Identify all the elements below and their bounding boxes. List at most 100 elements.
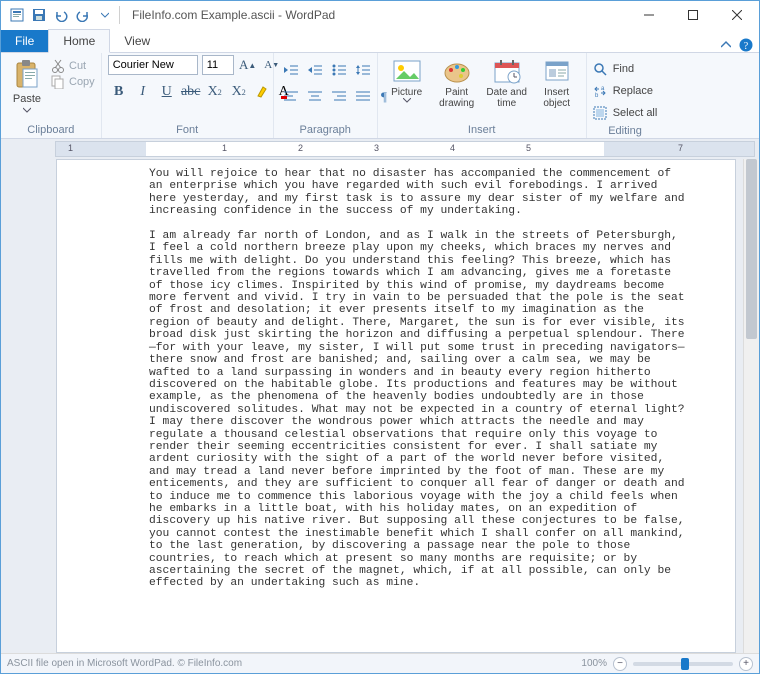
italic-button[interactable]: I (132, 81, 154, 103)
replace-icon: ab (593, 84, 607, 98)
close-button[interactable] (715, 1, 759, 29)
ribbon: Paste Cut Copy Clipboard (1, 53, 759, 139)
selectall-label: Select all (613, 107, 658, 119)
window-title: FileInfo.com Example.ascii - WordPad (132, 8, 335, 22)
minimize-button[interactable] (627, 1, 671, 29)
find-icon (593, 62, 607, 76)
font-name-combo[interactable] (108, 55, 198, 75)
chevron-down-icon (23, 107, 31, 113)
superscript-button[interactable]: X2 (228, 81, 250, 103)
find-button[interactable]: Find (593, 59, 634, 79)
document-text[interactable]: You will rejoice to hear that no disaste… (149, 168, 687, 590)
tab-view[interactable]: View (110, 30, 164, 52)
copy-button[interactable]: Copy (51, 75, 95, 89)
maximize-button[interactable] (671, 1, 715, 29)
insert-datetime-button[interactable]: Date and time (484, 55, 530, 109)
picture-icon (392, 57, 422, 85)
decrease-indent-button[interactable] (280, 59, 302, 81)
replace-label: Replace (613, 85, 653, 97)
insert-object-label: Insert object (543, 87, 570, 109)
group-label-editing: Editing (593, 123, 658, 139)
insert-paint-button[interactable]: Paint drawing (434, 55, 480, 109)
tab-file[interactable]: File (1, 30, 48, 52)
align-center-button[interactable] (304, 85, 326, 107)
underline-button[interactable]: U (156, 81, 178, 103)
calendar-icon (492, 57, 522, 85)
svg-text:?: ? (744, 41, 749, 52)
find-label: Find (613, 63, 634, 75)
group-label-paragraph: Paragraph (280, 122, 371, 138)
status-bar: ASCII file open in Microsoft WordPad. © … (1, 653, 759, 673)
ruler-number: 1 (68, 143, 73, 153)
selectall-icon (593, 106, 607, 120)
group-label-font: Font (108, 122, 267, 138)
ruler-number: 2 (298, 143, 303, 153)
paste-label: Paste (13, 93, 41, 105)
save-icon[interactable] (29, 5, 49, 25)
zoom-slider[interactable] (633, 662, 733, 666)
insert-picture-label: Picture (391, 87, 422, 98)
copy-label: Copy (69, 76, 95, 88)
svg-text:b: b (595, 93, 599, 98)
group-clipboard: Paste Cut Copy Clipboard (1, 53, 102, 138)
ruler-number: 5 (526, 143, 531, 153)
quick-access-toolbar (1, 5, 115, 25)
replace-button[interactable]: ab Replace (593, 81, 653, 101)
paste-button[interactable]: Paste (7, 55, 47, 113)
bullets-button[interactable] (328, 59, 350, 81)
selectall-button[interactable]: Select all (593, 103, 658, 123)
paste-icon (13, 59, 41, 91)
page[interactable]: You will rejoice to hear that no disaste… (56, 159, 736, 653)
group-insert: Picture Paint drawing Date and time Inse… (378, 53, 587, 138)
group-label-clipboard: Clipboard (7, 122, 95, 138)
window-buttons (627, 1, 759, 29)
justify-button[interactable] (352, 85, 374, 107)
strikethrough-button[interactable]: abc (180, 81, 202, 103)
vertical-scrollbar[interactable] (743, 159, 759, 653)
zoom-out-button[interactable]: − (613, 657, 627, 671)
group-paragraph: ¶ Paragraph (274, 53, 378, 138)
increase-indent-button[interactable] (304, 59, 326, 81)
object-icon (542, 57, 572, 85)
ruler[interactable]: 1 1 2 3 4 5 7 (55, 141, 755, 157)
subscript-button[interactable]: X2 (204, 81, 226, 103)
document-area: You will rejoice to hear that no disaste… (1, 159, 759, 653)
line-spacing-button[interactable] (352, 59, 374, 81)
ruler-number: 1 (222, 143, 227, 153)
grow-font-button[interactable]: A▲ (238, 55, 258, 75)
scrollbar-thumb[interactable] (746, 159, 757, 339)
paint-icon (442, 57, 472, 85)
ribbon-tabstrip: File Home View ? (1, 29, 759, 53)
qat-dropdown-icon[interactable] (95, 5, 115, 25)
titlebar: FileInfo.com Example.ascii - WordPad (1, 1, 759, 29)
redo-icon[interactable] (73, 5, 93, 25)
wordpad-icon[interactable] (7, 5, 27, 25)
ruler-number: 4 (450, 143, 455, 153)
insert-datetime-label: Date and time (486, 87, 527, 109)
zoom-in-button[interactable]: + (739, 657, 753, 671)
undo-icon[interactable] (51, 5, 71, 25)
group-editing: Find ab Replace Select all Editing (587, 53, 664, 138)
ruler-number: 7 (678, 143, 683, 153)
qat-separator (119, 6, 120, 24)
insert-object-button[interactable]: Insert object (534, 55, 580, 109)
align-right-button[interactable] (328, 85, 350, 107)
help-icon[interactable]: ? (739, 38, 753, 52)
chevron-down-icon (403, 98, 411, 103)
ruler-number: 3 (374, 143, 379, 153)
insert-paint-label: Paint drawing (439, 87, 474, 109)
cut-button[interactable]: Cut (51, 59, 95, 73)
font-size-combo[interactable] (202, 55, 234, 75)
bold-button[interactable]: B (108, 81, 130, 103)
collapse-ribbon-icon[interactable] (721, 40, 731, 50)
insert-picture-button[interactable]: Picture (384, 55, 430, 103)
tab-home[interactable]: Home (48, 29, 110, 53)
wordpad-window: FileInfo.com Example.ascii - WordPad Fil… (0, 0, 760, 674)
zoom-slider-thumb[interactable] (681, 658, 689, 670)
zoom-percent: 100% (581, 658, 607, 669)
group-font: A▲ A▼ B I U abc X2 X2 A Font (102, 53, 274, 138)
status-caption: ASCII file open in Microsoft WordPad. © … (7, 658, 242, 669)
copy-icon (51, 75, 65, 89)
text-highlight-button[interactable] (252, 81, 274, 103)
cut-icon (51, 59, 65, 73)
